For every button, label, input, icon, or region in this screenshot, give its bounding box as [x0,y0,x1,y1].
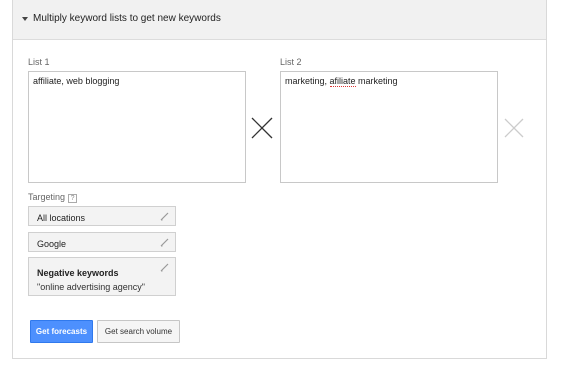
location-targeting[interactable]: All locations [28,206,176,226]
location-value: All locations [37,213,86,223]
negative-keywords-title: Negative keywords [37,268,119,278]
list-2-misspelled-word: afiliate [329,76,356,87]
list-1-textarea[interactable]: affiliate, web blogging [28,71,246,183]
pencil-icon[interactable] [160,238,169,247]
network-targeting[interactable]: Google [28,232,176,252]
get-forecasts-button[interactable]: Get forecasts [30,320,93,343]
negative-keywords-targeting[interactable]: Negative keywords "online advertising ag… [28,257,176,296]
list-2-value-suffix: marketing [355,76,398,86]
close-icon[interactable] [504,118,524,138]
list-2-textarea[interactable]: marketing, afiliate marketing [280,71,498,183]
section-header[interactable]: Multiply keyword lists to get new keywor… [13,0,546,40]
pencil-icon[interactable] [160,212,169,221]
negative-keywords-value: "online advertising agency" [37,282,145,292]
network-value: Google [37,239,67,249]
caret-down-icon[interactable] [22,17,28,21]
pencil-icon[interactable] [160,263,169,272]
section-title: Multiply keyword lists to get new keywor… [33,13,221,24]
get-search-volume-button[interactable]: Get search volume [97,320,180,343]
help-icon[interactable]: ? [68,194,78,203]
list-1-value: affiliate, web blogging [33,76,120,86]
list-2-label: List 2 [280,57,302,67]
list-2-value-prefix: marketing, [285,76,330,86]
list-1-label: List 1 [28,57,50,67]
targeting-label: Targeting? [28,192,78,203]
targeting-label-text: Targeting [28,192,66,202]
multiply-icon [251,117,273,139]
